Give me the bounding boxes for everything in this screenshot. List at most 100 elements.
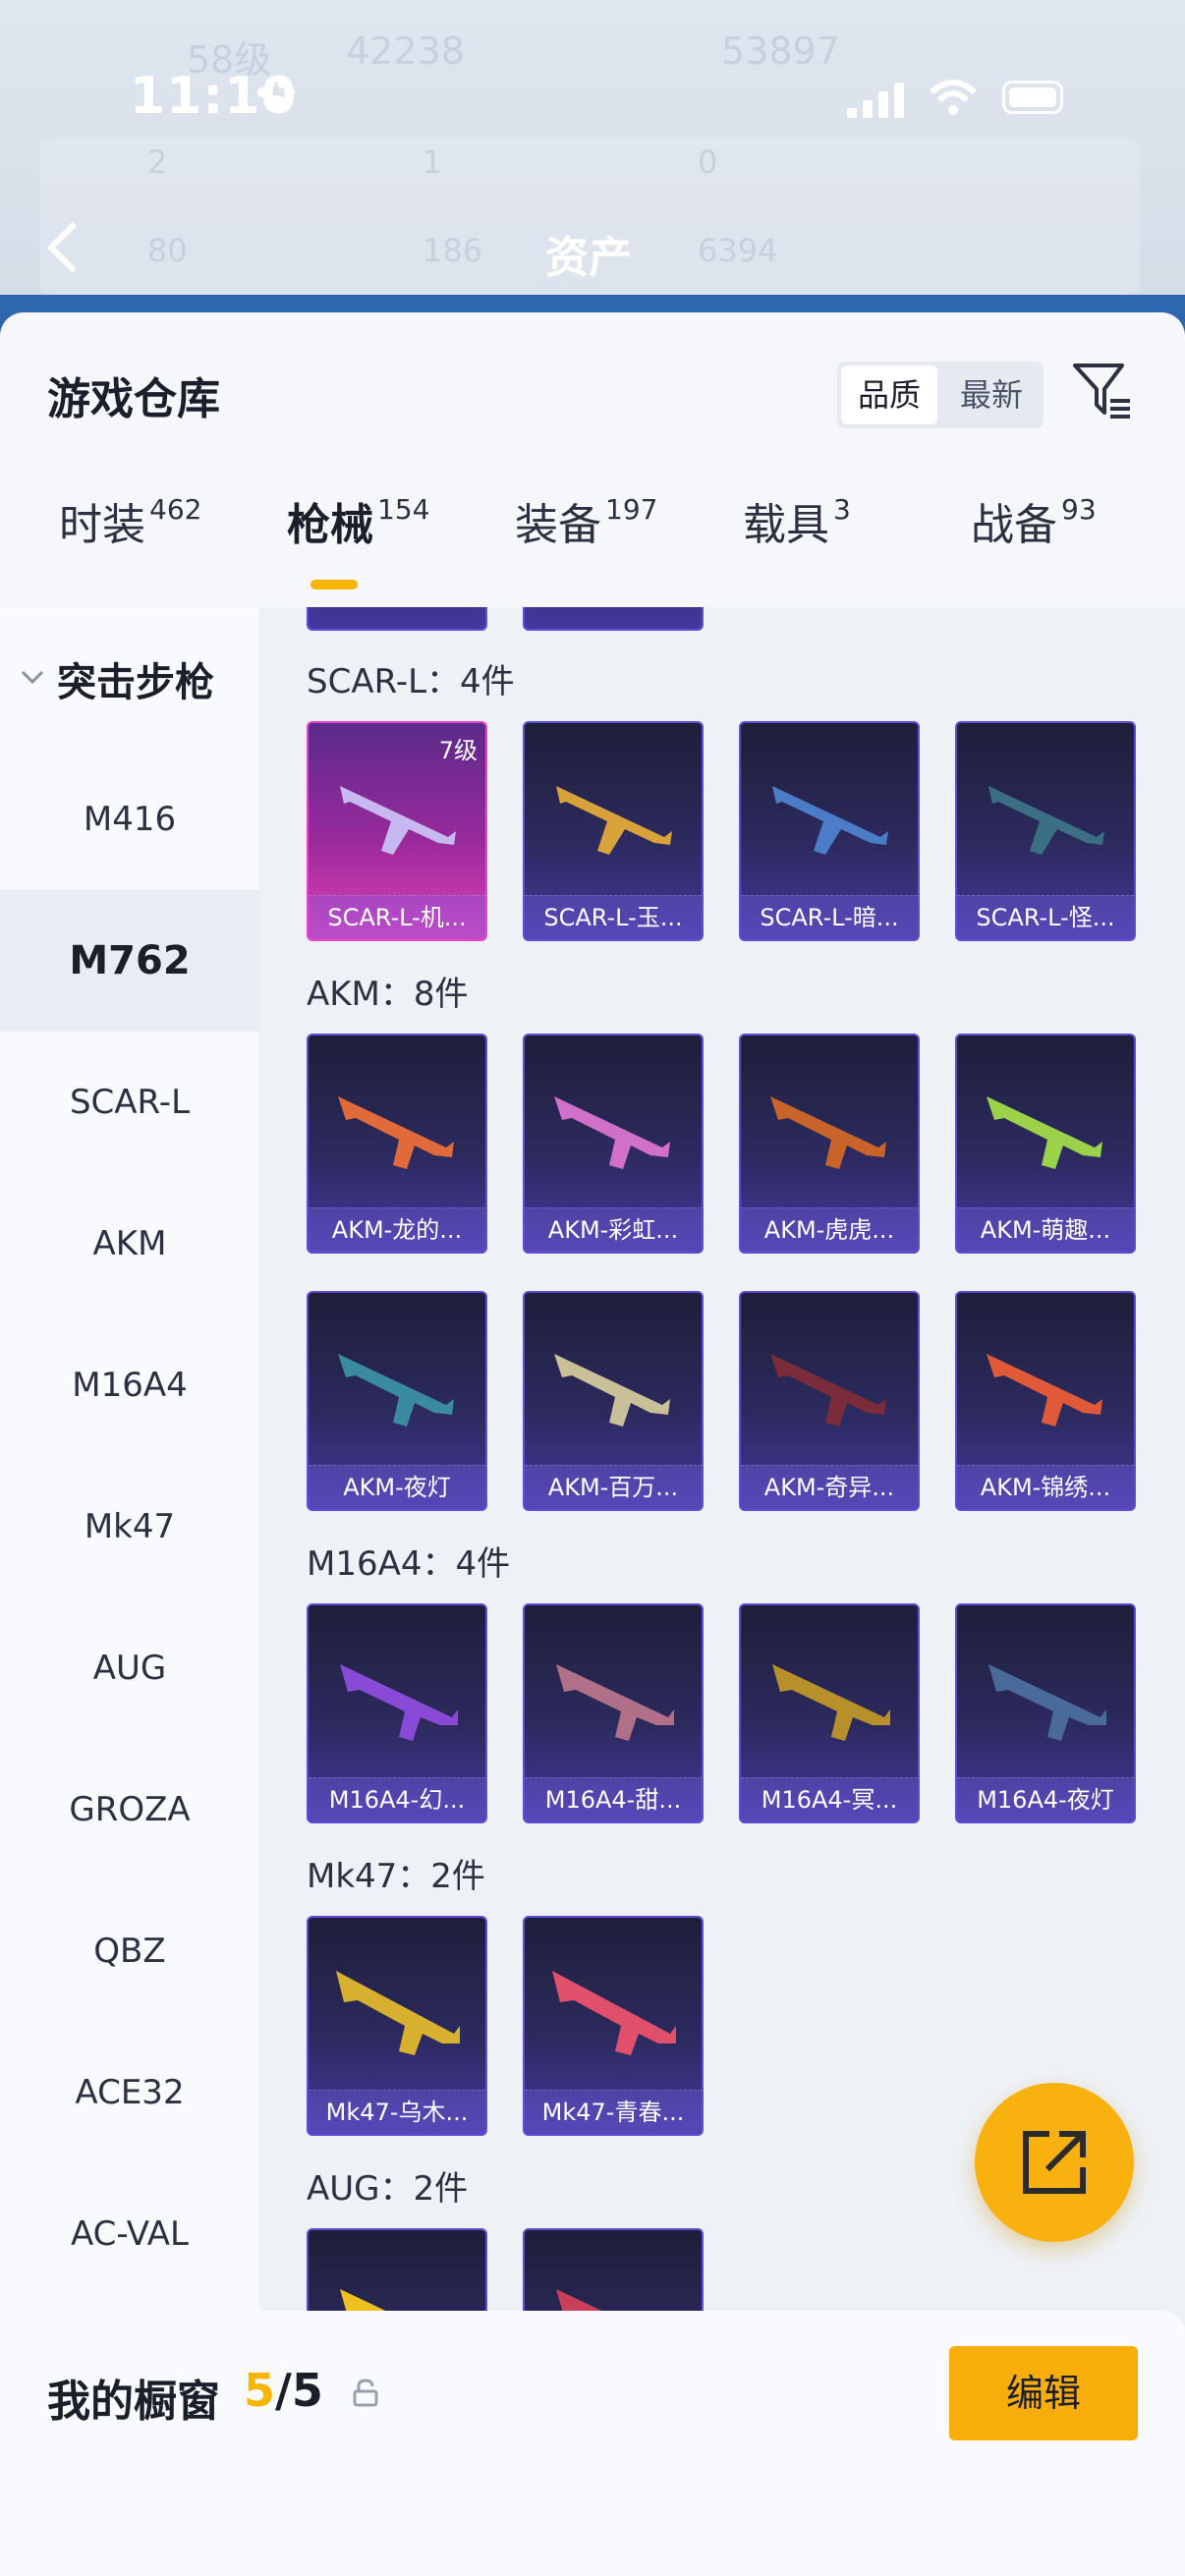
skin-card[interactable]: [307, 607, 487, 631]
weapon-sidebar: 突击步枪 M416 M762 SCAR-L AKM M16A4 Mk47 AUG…: [0, 607, 259, 2376]
skin-card[interactable]: AKM-百万...: [523, 1291, 704, 1511]
skin-card[interactable]: AKM-奇异...: [739, 1291, 920, 1511]
showcase-title: 我的橱窗: [47, 2377, 220, 2427]
share-button[interactable]: [975, 2083, 1134, 2242]
tab-label: 装备: [515, 500, 601, 550]
skin-card[interactable]: SCAR-L-暗...: [739, 721, 920, 941]
showcase-count: 5/5: [244, 2364, 323, 2417]
game-warehouse-panel: 游戏仓库 品质 最新 时装 462 枪械 154 装备 197 载具 3 战备 93 突击…: [0, 312, 1185, 2576]
sort-newest-option[interactable]: 最新: [943, 365, 1040, 424]
sidebar-category-label: 突击步枪: [57, 660, 214, 705]
background-stat: 186: [423, 232, 483, 269]
skin-card[interactable]: M16A4-夜灯: [955, 1603, 1136, 1823]
skin-name: Mk47-青春...: [525, 2090, 702, 2134]
rifle-icon: [554, 1354, 670, 1427]
lock-icon: [353, 2379, 378, 2407]
skin-name: Mk47-乌木...: [309, 2090, 485, 2134]
tab-count: 462: [149, 493, 202, 526]
rifle-icon: [338, 1354, 454, 1427]
section-title: SCAR-L：4件: [307, 662, 515, 701]
skin-card[interactable]: Mk47-青春...: [523, 1916, 704, 2136]
wifi-icon: [929, 80, 978, 115]
sort-quality-option[interactable]: 品质: [841, 365, 937, 424]
skin-card[interactable]: AKM-彩虹...: [523, 1034, 704, 1254]
chevron-down-icon: [21, 670, 44, 685]
sidebar-item-akm[interactable]: AKM: [0, 1173, 259, 1315]
skin-card[interactable]: [523, 607, 704, 631]
section-title: Mk47：2件: [307, 1857, 485, 1896]
skin-name: AKM-锦绣...: [957, 1465, 1134, 1509]
tab-count: 197: [605, 493, 658, 526]
rifle-icon: [556, 786, 672, 855]
background-header: 58级 42238 53897 2 1 0 80 186 6394 资产: [0, 0, 1185, 334]
rifle-icon: [340, 786, 456, 855]
skin-card[interactable]: AKM-夜灯: [307, 1291, 487, 1511]
skin-name: M16A4-冥...: [741, 1777, 918, 1821]
sidebar-item-scar-l[interactable]: SCAR-L: [0, 1032, 259, 1173]
rifle-icon: [770, 1096, 886, 1169]
background-stat: 0: [698, 143, 718, 181]
signal-icon: [847, 83, 904, 118]
edit-button[interactable]: 编辑: [949, 2346, 1138, 2440]
background-stat: 6394: [698, 232, 778, 269]
rifle-icon: [987, 1096, 1102, 1169]
share-icon: [1023, 2131, 1086, 2194]
skin-name: AKM-夜灯: [309, 1465, 485, 1509]
showcase-count-total: 5: [291, 2364, 323, 2417]
skin-card[interactable]: AKM-萌趣...: [955, 1034, 1136, 1254]
skin-card[interactable]: AKM-锦绣...: [955, 1291, 1136, 1511]
sidebar-item-aug[interactable]: AUG: [0, 1597, 259, 1739]
my-showcase-bar: 我的橱窗 5/5 编辑: [0, 2311, 1185, 2576]
sidebar-item-m762[interactable]: M762: [0, 890, 259, 1032]
tab-count: 3: [833, 493, 851, 526]
sidebar-item-ac-val[interactable]: AC-VAL: [0, 2163, 259, 2305]
background-title: 资产: [545, 233, 632, 283]
sidebar-item-m416[interactable]: M416: [0, 749, 259, 890]
skin-name: AKM-百万...: [525, 1465, 702, 1509]
sidebar-item-qbz[interactable]: QBZ: [0, 1880, 259, 2022]
skin-card[interactable]: M16A4-冥...: [739, 1603, 920, 1823]
skin-card[interactable]: AKM-龙的...: [307, 1034, 487, 1254]
active-tab-indicator: [310, 580, 358, 589]
skin-name: SCAR-L-玉...: [525, 895, 702, 939]
skin-card[interactable]: SCAR-L-怪...: [955, 721, 1136, 941]
panel-title: 游戏仓库: [47, 374, 220, 424]
tab-equipment[interactable]: 装备 197: [515, 489, 657, 607]
tab-label: 战备: [971, 500, 1057, 550]
skin-card[interactable]: M16A4-幻...: [307, 1603, 487, 1823]
skin-name: SCAR-L-机...: [309, 895, 485, 939]
skin-name: M16A4-甜...: [525, 1777, 702, 1821]
sidebar-item-mk47[interactable]: Mk47: [0, 1456, 259, 1597]
battery-icon: [1002, 81, 1063, 114]
skin-name: SCAR-L-暗...: [741, 895, 918, 939]
rifle-icon: [554, 1096, 670, 1169]
skin-card[interactable]: 7级 SCAR-L-机...: [307, 721, 487, 941]
paw-icon: [257, 79, 295, 113]
showcase-count-current: 5: [244, 2364, 276, 2417]
sidebar-item-m16a4[interactable]: M16A4: [0, 1315, 259, 1456]
tab-combat-gear[interactable]: 战备 93: [971, 489, 1097, 607]
sidebar-category[interactable]: 突击步枪: [0, 607, 259, 749]
rifle-icon: [772, 786, 888, 855]
status-bar: 11:10: [0, 59, 1185, 138]
section-title: AKM：8件: [307, 975, 469, 1014]
skin-card[interactable]: AKM-虎虎...: [739, 1034, 920, 1254]
sidebar-item-groza[interactable]: GROZA: [0, 1739, 259, 1880]
sort-toggle: 品质 最新: [837, 362, 1044, 428]
rifle-icon: [988, 786, 1104, 855]
skin-card[interactable]: M16A4-甜...: [523, 1603, 704, 1823]
skin-name: AKM-萌趣...: [957, 1207, 1134, 1252]
background-stat: 80: [147, 232, 188, 269]
skin-name: M16A4-夜灯: [957, 1777, 1134, 1821]
tab-fashion[interactable]: 时装 462: [59, 489, 201, 607]
tab-label: 载具: [743, 500, 829, 550]
tab-firearms[interactable]: 枪械 154: [287, 489, 429, 607]
back-icon[interactable]: [43, 218, 83, 277]
rifle-icon: [552, 1971, 676, 2055]
filter-icon[interactable]: [1071, 360, 1134, 422]
skin-card[interactable]: Mk47-乌木...: [307, 1916, 487, 2136]
section-title: AUG：2件: [307, 2169, 469, 2209]
sidebar-item-ace32[interactable]: ACE32: [0, 2022, 259, 2163]
tab-vehicles[interactable]: 载具 3: [743, 489, 851, 607]
skin-card[interactable]: SCAR-L-玉...: [523, 721, 704, 941]
